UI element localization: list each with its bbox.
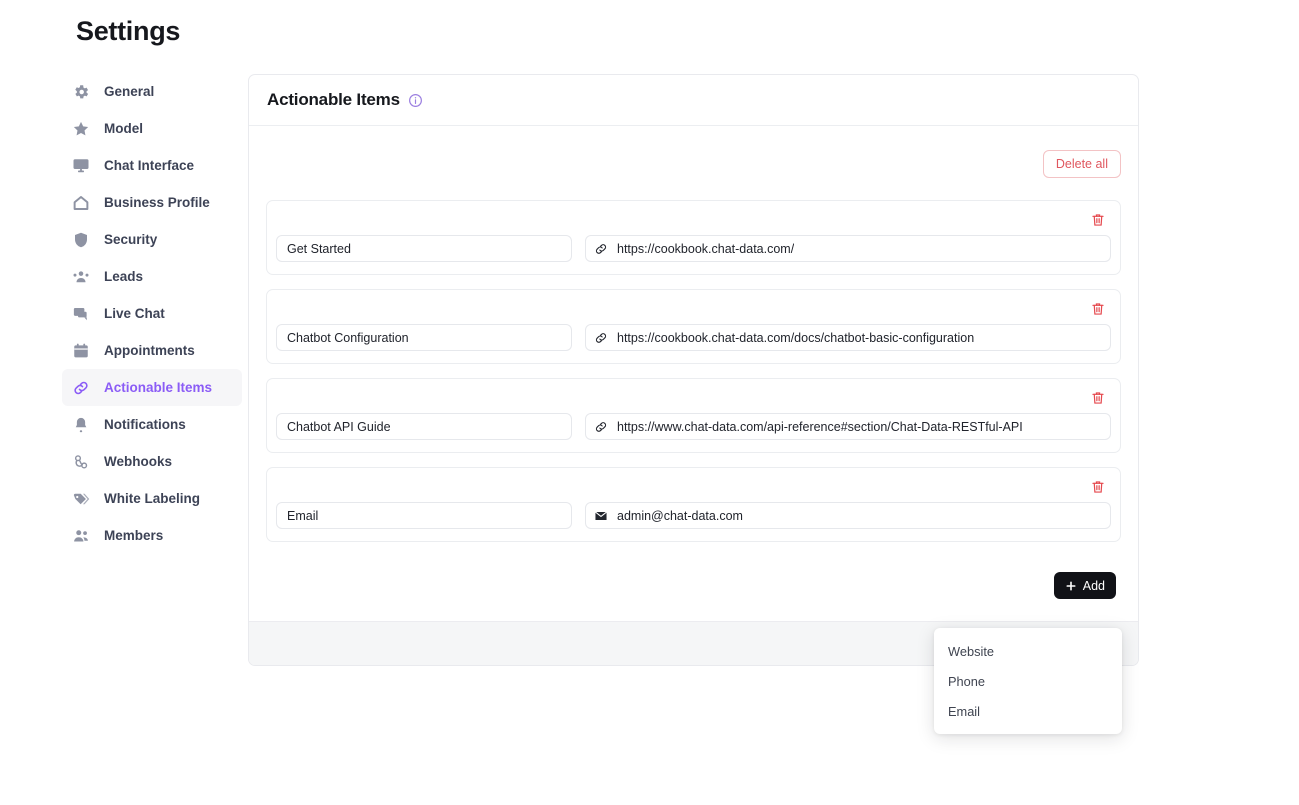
item-value-input[interactable]: https://cookbook.chat-data.com/ <box>585 235 1111 262</box>
sidebar-item-label: Members <box>104 528 164 543</box>
card-title: Actionable Items <box>267 90 400 109</box>
sidebar-item-label: General <box>104 84 155 99</box>
item-value-text: https://cookbook.chat-data.com/docs/chat… <box>617 330 975 345</box>
sidebar-item-label: Leads <box>104 269 144 284</box>
item-label-input[interactable]: Chatbot Configuration <box>276 324 572 351</box>
sidebar-item-label: Notifications <box>104 417 186 432</box>
sidebar-item-notifications[interactable]: Notifications <box>62 406 242 443</box>
sidebar-item-label: Chat Interface <box>104 158 195 173</box>
add-type-dropdown: Website Phone Email <box>934 628 1122 734</box>
page-title: Settings <box>76 16 181 46</box>
item-value-input[interactable]: https://www.chat-data.com/api-reference#… <box>585 413 1111 440</box>
home-icon <box>72 194 90 212</box>
actionable-item-row: Get Started https://cookbook.chat-data.c… <box>266 200 1121 275</box>
item-value-input[interactable]: https://cookbook.chat-data.com/docs/chat… <box>585 324 1111 351</box>
item-toolbar <box>276 389 1111 408</box>
link-icon <box>594 420 608 434</box>
sidebar-item-security[interactable]: Security <box>62 221 242 258</box>
sidebar-item-actionable-items[interactable]: Actionable Items <box>62 369 242 406</box>
sidebar-item-label: Live Chat <box>104 306 165 321</box>
sidebar-item-label: Security <box>104 232 158 247</box>
shield-icon <box>72 231 90 249</box>
trash-icon[interactable] <box>1089 478 1106 495</box>
sidebar-item-leads[interactable]: Leads <box>62 258 242 295</box>
add-row: Add <box>266 556 1121 621</box>
actionable-item-row: Chatbot API Guide https://www.chat-data.… <box>266 378 1121 453</box>
item-value-text: admin@chat-data.com <box>617 508 743 523</box>
trash-icon[interactable] <box>1089 300 1106 317</box>
sidebar-item-webhooks[interactable]: Webhooks <box>62 443 242 480</box>
people-icon <box>72 268 90 286</box>
dropdown-option-email[interactable]: Email <box>934 696 1122 726</box>
gear-icon <box>72 83 90 101</box>
sidebar-item-model[interactable]: Model <box>62 110 242 147</box>
card-header: Actionable Items <box>249 75 1138 126</box>
sidebar-item-label: White Labeling <box>104 491 200 506</box>
trash-icon[interactable] <box>1089 211 1106 228</box>
item-toolbar <box>276 478 1111 497</box>
item-toolbar <box>276 300 1111 319</box>
members-icon <box>72 527 90 545</box>
item-fields: Get Started https://cookbook.chat-data.c… <box>276 235 1111 262</box>
sidebar-item-appointments[interactable]: Appointments <box>62 332 242 369</box>
item-value-input[interactable]: admin@chat-data.com <box>585 502 1111 529</box>
sidebar-item-label: Appointments <box>104 343 195 358</box>
sidebar-item-general[interactable]: General <box>62 73 242 110</box>
item-fields: Chatbot Configuration https://cookbook.c… <box>276 324 1111 351</box>
actionable-item-row: Email admin@chat-data.com <box>266 467 1121 542</box>
delete-all-row: Delete all <box>266 150 1121 178</box>
item-fields: Chatbot API Guide https://www.chat-data.… <box>276 413 1111 440</box>
settings-page: Settings General Model Chat Interface Bu… <box>0 0 1299 805</box>
info-circle-icon[interactable] <box>408 93 423 108</box>
actionable-item-row: Chatbot Configuration https://cookbook.c… <box>266 289 1121 364</box>
chat-bubble-icon <box>72 305 90 323</box>
delete-all-button[interactable]: Delete all <box>1042 150 1121 178</box>
sidebar-item-business-profile[interactable]: Business Profile <box>62 184 242 221</box>
sidebar-item-members[interactable]: Members <box>62 517 242 554</box>
item-value-text: https://cookbook.chat-data.com/ <box>617 241 795 256</box>
envelope-icon <box>594 509 608 523</box>
webhook-icon <box>72 453 90 471</box>
star-icon <box>72 120 90 138</box>
add-button[interactable]: Add <box>1053 572 1116 599</box>
item-label-input[interactable]: Email <box>276 502 572 529</box>
sidebar-item-live-chat[interactable]: Live Chat <box>62 295 242 332</box>
trash-icon[interactable] <box>1089 389 1106 406</box>
sidebar-item-label: Business Profile <box>104 195 210 210</box>
sidebar-item-label: Webhooks <box>104 454 173 469</box>
add-button-label: Add <box>1082 578 1105 593</box>
settings-sidebar: General Model Chat Interface Business Pr… <box>62 73 242 554</box>
plus-icon <box>1065 580 1077 592</box>
dropdown-option-phone[interactable]: Phone <box>934 666 1122 696</box>
item-toolbar <box>276 211 1111 230</box>
item-label-input[interactable]: Chatbot API Guide <box>276 413 572 440</box>
link-icon <box>594 331 608 345</box>
item-label-input[interactable]: Get Started <box>276 235 572 262</box>
sidebar-item-white-labeling[interactable]: White Labeling <box>62 480 242 517</box>
tag-icon <box>72 490 90 508</box>
monitor-icon <box>72 157 90 175</box>
item-value-text: https://www.chat-data.com/api-reference#… <box>617 419 1023 434</box>
sidebar-item-chat-interface[interactable]: Chat Interface <box>62 147 242 184</box>
link-icon <box>72 379 90 397</box>
actionable-items-card: Actionable Items Delete all Get Started <box>248 74 1139 666</box>
bell-icon <box>72 416 90 434</box>
link-icon <box>594 242 608 256</box>
dropdown-option-website[interactable]: Website <box>934 636 1122 666</box>
sidebar-item-label: Actionable Items <box>104 380 213 395</box>
card-body: Delete all Get Started https://cookbook.… <box>249 126 1138 621</box>
sidebar-item-label: Model <box>104 121 143 136</box>
calendar-icon <box>72 342 90 360</box>
item-fields: Email admin@chat-data.com <box>276 502 1111 529</box>
